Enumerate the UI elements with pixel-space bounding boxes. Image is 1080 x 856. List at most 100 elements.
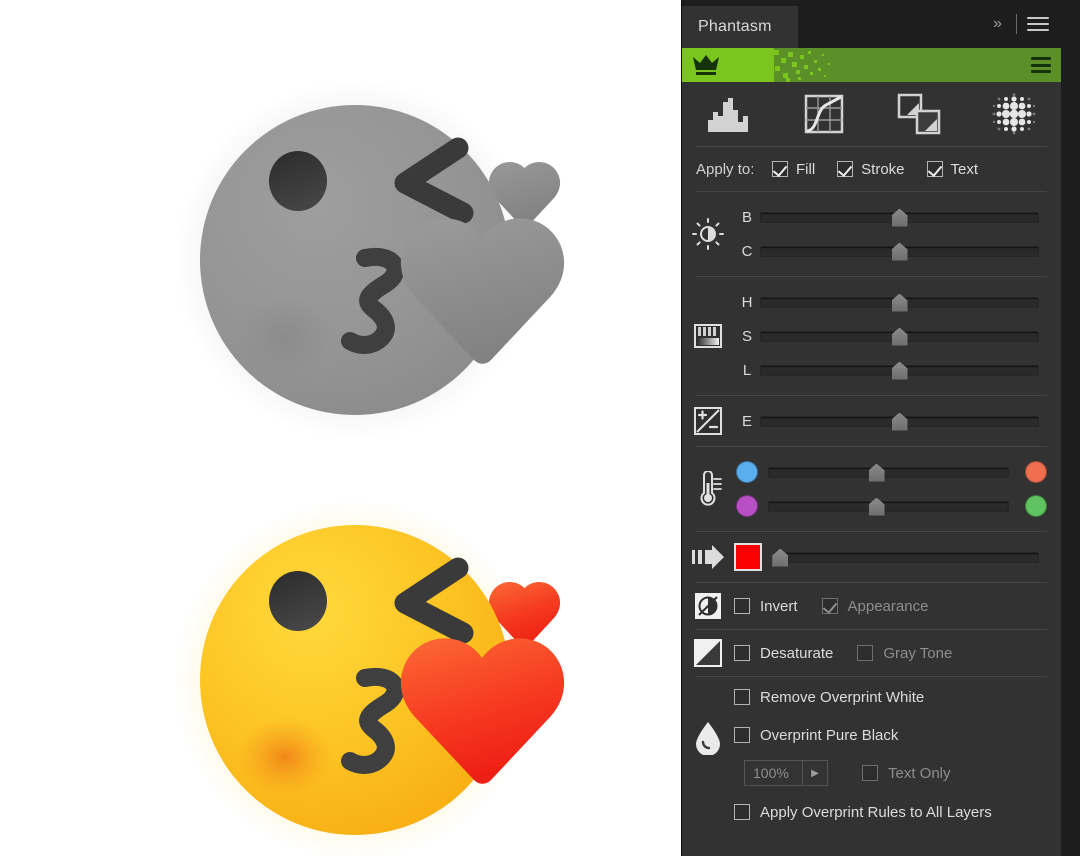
- titlebar-divider: [1016, 14, 1017, 34]
- arrow-right-bars-icon: [682, 544, 734, 570]
- invert-row: Invert Appearance: [682, 583, 1061, 629]
- hue-slider-row[interactable]: H: [734, 285, 1047, 319]
- upgrade-banner[interactable]: [682, 48, 1061, 82]
- contrast-slider[interactable]: [760, 242, 1039, 261]
- hamburger-menu-icon[interactable]: [1027, 17, 1049, 31]
- tint-slider-row[interactable]: [734, 489, 1047, 523]
- phantasm-panel: Phantasm » Apply to: Fill Stroke Text B …: [681, 0, 1080, 856]
- curves-tab[interactable]: [777, 82, 872, 146]
- overprint-pure-black-checkbox[interactable]: [734, 727, 750, 743]
- saturation-slider-row[interactable]: S: [734, 319, 1047, 353]
- apply-all-layers-checkbox[interactable]: [734, 804, 750, 820]
- remove-overprint-white-option[interactable]: Remove Overprint White: [734, 689, 924, 706]
- open-eye: [269, 151, 327, 211]
- gray-tone-checkbox[interactable]: [857, 645, 874, 661]
- app-screen: Phantasm » Apply to: Fill Stroke Text B …: [0, 0, 1080, 856]
- emoji-grayscale[interactable]: [175, 75, 605, 450]
- apply-all-layers-row[interactable]: Apply Overprint Rules to All Layers: [682, 793, 1061, 831]
- text-checkbox[interactable]: [926, 161, 943, 177]
- brightness-slider[interactable]: [760, 208, 1039, 227]
- colorize-thumb[interactable]: [772, 548, 789, 567]
- brightness-thumb[interactable]: [891, 208, 908, 227]
- tab-phantasm[interactable]: Phantasm: [682, 6, 798, 48]
- invert-option[interactable]: Invert: [734, 598, 798, 615]
- overprint-percent-field[interactable]: 100% ▶: [744, 760, 828, 786]
- histogram-icon: [708, 98, 749, 132]
- apply-to-row: Apply to: Fill Stroke Text: [682, 147, 1061, 191]
- temperature-slider[interactable]: [768, 463, 1009, 482]
- tint-slider[interactable]: [768, 497, 1009, 516]
- desaturate-checkbox[interactable]: [734, 645, 750, 661]
- remove-overprint-white-row[interactable]: Remove Overprint White: [682, 677, 1061, 717]
- exposure-slider[interactable]: [760, 412, 1039, 431]
- brightness-slider-row[interactable]: B: [734, 200, 1047, 234]
- text-only-checkbox[interactable]: [862, 765, 878, 781]
- panel-tool-tabs: [682, 82, 1061, 146]
- overprint-pure-black-label: Overprint Pure Black: [760, 726, 899, 744]
- text-label: Text: [950, 160, 979, 178]
- gray-tone-label: Gray Tone: [883, 644, 953, 662]
- temperature-slider-row[interactable]: [734, 455, 1047, 489]
- overprint-tab[interactable]: [872, 82, 967, 146]
- colorize-slider[interactable]: [772, 548, 1039, 567]
- temperature-thumb[interactable]: [868, 463, 885, 482]
- hue-label: H: [741, 293, 753, 311]
- exposure-slider-row[interactable]: E: [734, 404, 1047, 438]
- color-swatch[interactable]: [734, 543, 762, 571]
- hue-thumb[interactable]: [891, 293, 908, 312]
- halftone-dots-icon: [992, 93, 1036, 135]
- desaturate-split-icon: [682, 638, 734, 668]
- lightness-thumb[interactable]: [891, 361, 908, 380]
- brightness-sun-icon: [682, 218, 734, 250]
- appearance-option[interactable]: Appearance: [821, 598, 928, 615]
- brightness-label: B: [741, 208, 752, 226]
- appearance-checkbox[interactable]: [821, 598, 838, 614]
- gray-tone-option[interactable]: Gray Tone: [857, 645, 952, 662]
- panel-tab-label: Phantasm: [698, 18, 772, 35]
- thermometer-icon: [682, 471, 734, 507]
- lightness-label: L: [742, 361, 752, 379]
- apply-to-stroke[interactable]: Stroke: [837, 161, 905, 178]
- curves-grid-icon: [804, 94, 844, 134]
- apply-to-label: Apply to:: [696, 160, 755, 178]
- apply-to-fill[interactable]: Fill: [772, 161, 815, 178]
- overprint-pure-black-row[interactable]: Overprint Pure Black: [682, 717, 1061, 753]
- saturation-label: S: [741, 327, 752, 345]
- artboard-canvas[interactable]: [0, 0, 681, 856]
- desaturate-row: Desaturate Gray Tone: [682, 630, 1061, 676]
- tint-left-swatch: [736, 495, 758, 517]
- overlapping-squares-icon: [897, 93, 941, 135]
- exposure-label: E: [741, 412, 752, 430]
- text-only-option[interactable]: Text Only: [862, 765, 951, 782]
- brightness-contrast-group: B C: [682, 192, 1061, 276]
- tint-thumb[interactable]: [868, 497, 885, 516]
- saturation-thumb[interactable]: [891, 327, 908, 346]
- remove-overprint-white-checkbox[interactable]: [734, 689, 750, 705]
- emoji-color[interactable]: [175, 495, 605, 856]
- contrast-slider-row[interactable]: C: [734, 234, 1047, 268]
- fill-checkbox[interactable]: [772, 161, 788, 177]
- overprint-pure-black-option[interactable]: Overprint Pure Black: [734, 727, 898, 744]
- desaturate-option[interactable]: Desaturate: [734, 645, 833, 662]
- lightness-slider-row[interactable]: L: [734, 353, 1047, 387]
- exposure-plus-minus-icon: [682, 406, 734, 436]
- invert-checkbox[interactable]: [734, 598, 750, 614]
- gradient-bars-icon: [682, 320, 734, 352]
- tint-right-swatch: [1025, 495, 1047, 517]
- banner-menu-icon[interactable]: [1031, 57, 1051, 73]
- hue-slider[interactable]: [760, 293, 1039, 312]
- exposure-thumb[interactable]: [891, 412, 908, 431]
- panel-titlebar: Phantasm »: [682, 0, 1061, 48]
- overprint-percent-row: 100% ▶ Text Only: [682, 753, 1061, 793]
- halftone-tab[interactable]: [966, 82, 1061, 146]
- apply-to-text[interactable]: Text: [926, 160, 979, 178]
- stroke-checkbox[interactable]: [837, 161, 854, 177]
- chevron-double-right-icon[interactable]: »: [987, 15, 1006, 33]
- saturation-slider[interactable]: [760, 327, 1039, 346]
- triangle-right-icon[interactable]: ▶: [802, 761, 827, 785]
- apply-all-layers-option[interactable]: Apply Overprint Rules to All Layers: [734, 804, 992, 821]
- levels-tab[interactable]: [682, 82, 777, 146]
- contrast-thumb[interactable]: [891, 242, 908, 261]
- lightness-slider[interactable]: [760, 361, 1039, 380]
- temp-left-swatch: [736, 461, 758, 483]
